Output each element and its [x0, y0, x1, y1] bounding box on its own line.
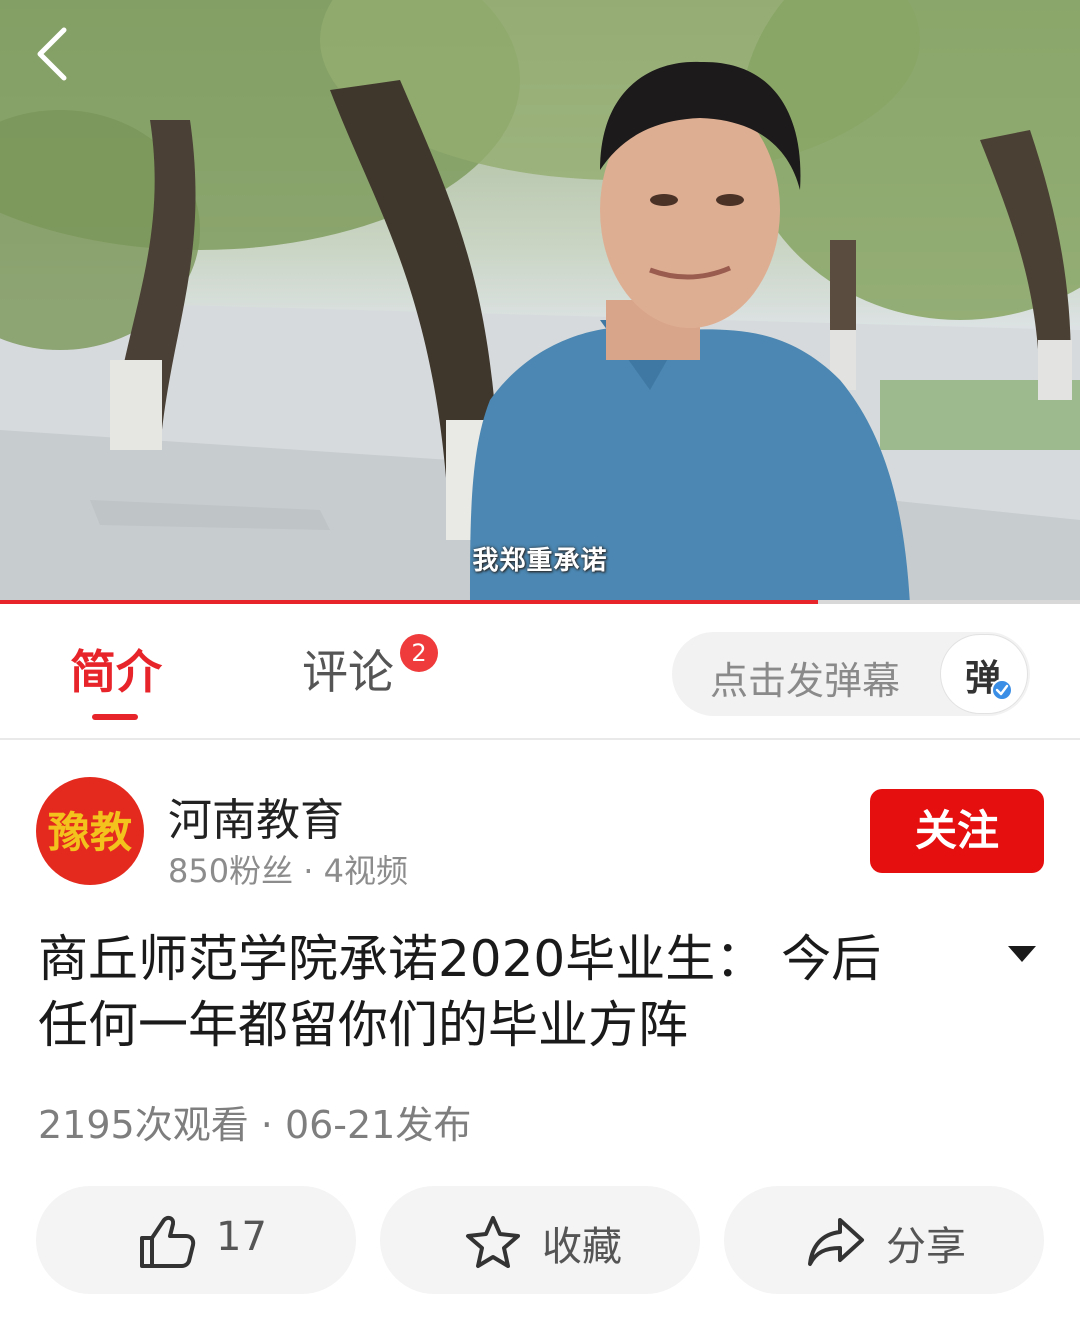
video-progress-fill	[0, 600, 818, 604]
danmaku-input[interactable]: 点击发弹幕 弹	[672, 632, 1030, 716]
tab-comments[interactable]: 评论	[302, 636, 394, 702]
check-circle-icon	[991, 679, 1013, 701]
active-tab-indicator	[92, 714, 138, 720]
tab-comments-label: 评论	[302, 645, 394, 699]
tab-intro-label: 简介	[70, 645, 162, 699]
share-label: 分享	[886, 1224, 966, 1270]
share-button[interactable]: 分享	[724, 1186, 1044, 1294]
channel-meta: 850粉丝 · 4视频	[168, 852, 408, 890]
share-arrow-icon	[808, 1218, 864, 1266]
channel-avatar[interactable]: 豫教	[36, 777, 144, 885]
video-player[interactable]: 我郑重承诺	[0, 0, 1080, 604]
expand-description-button[interactable]	[1004, 940, 1040, 966]
back-button[interactable]	[22, 22, 82, 86]
follow-button[interactable]: 关注	[870, 789, 1044, 873]
comments-count-badge: 2	[400, 634, 438, 672]
channel-logo-icon: 豫教	[48, 808, 132, 857]
video-frame	[0, 0, 1080, 604]
video-title-line-1: 商丘师范学院承诺2020毕业生： 今后	[38, 930, 882, 988]
avatar-logo-text: 豫教	[48, 808, 132, 857]
tab-intro[interactable]: 简介	[70, 636, 162, 720]
favorite-label: 收藏	[542, 1224, 622, 1270]
video-title: 商丘师范学院承诺2020毕业生： 今后 任何一年都留你们的毕业方阵	[38, 926, 968, 1058]
video-subtitle: 我郑重承诺	[472, 546, 608, 576]
chevron-left-icon	[37, 27, 67, 81]
tab-bar: 简介 评论 2 点击发弹幕 弹	[0, 606, 1080, 740]
danmaku-placeholder: 点击发弹幕	[710, 659, 901, 703]
like-button[interactable]: 17	[36, 1186, 356, 1294]
video-stats: 2195次观看 · 06-21发布	[38, 1103, 472, 1147]
channel-name[interactable]: 河南教育	[168, 784, 344, 848]
star-icon	[466, 1216, 520, 1268]
favorite-button[interactable]: 收藏	[380, 1186, 700, 1294]
caret-down-icon	[1008, 946, 1036, 962]
video-title-line-2: 任何一年都留你们的毕业方阵	[38, 996, 688, 1054]
danmaku-toggle-button[interactable]: 弹	[940, 634, 1028, 714]
video-progress-bar[interactable]	[0, 600, 1080, 604]
thumbs-up-icon	[140, 1215, 196, 1268]
like-count: 17	[216, 1214, 267, 1260]
